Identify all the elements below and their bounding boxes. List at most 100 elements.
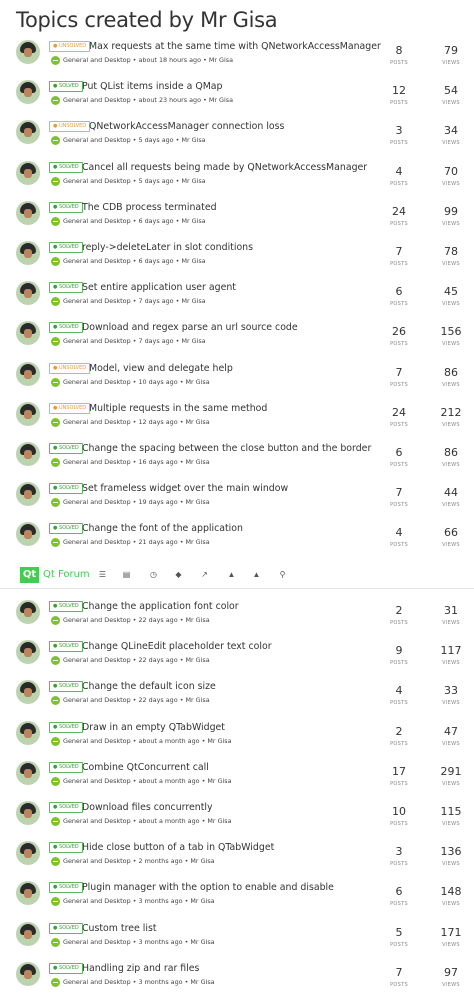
topic-row[interactable]: ● SOLVED Download and regex parse an url … — [0, 321, 474, 361]
topic-title[interactable]: Change the application font color — [82, 601, 239, 612]
author-link[interactable]: Mr Gisa — [209, 96, 233, 104]
topic-row[interactable]: ● SOLVED Cancel all requests being made b… — [0, 160, 474, 201]
timestamp[interactable]: 22 days ago — [138, 696, 177, 704]
timestamp[interactable]: about a month ago — [138, 817, 199, 825]
avatar[interactable] — [16, 321, 40, 346]
author-link[interactable]: Mr Gisa — [186, 378, 210, 386]
tags-icon[interactable]: ◆ — [174, 570, 183, 579]
timestamp[interactable]: about 18 hours ago — [138, 56, 201, 64]
topic-title[interactable]: Max requests at the same time with QNetw… — [89, 41, 381, 52]
avatar[interactable] — [16, 441, 40, 466]
author-link[interactable]: Mr Gisa — [190, 897, 214, 905]
topic-row[interactable]: ● SOLVED Custom tree list General and Desk… — [0, 921, 474, 962]
topic-title[interactable]: Custom tree list — [82, 923, 157, 934]
timestamp[interactable]: 19 days ago — [138, 498, 177, 506]
topic-row[interactable]: ● SOLVED Draw in an empty QTabWidget Gener… — [0, 720, 474, 761]
topic-row[interactable]: ● SOLVED Plugin manager with the option t… — [0, 881, 474, 921]
topic-title[interactable]: Download and regex parse an url source c… — [82, 322, 298, 333]
topic-row[interactable]: ● SOLVED Handling zip and rar files Genera… — [0, 961, 474, 1002]
category-link[interactable]: General and Desktop — [63, 136, 131, 144]
author-link[interactable]: Mr Gisa — [181, 217, 205, 225]
author-link[interactable]: Mr Gisa — [207, 817, 231, 825]
search-icon[interactable]: ⚲ — [278, 570, 287, 579]
topic-title[interactable]: Change the font of the application — [82, 523, 243, 534]
avatar[interactable] — [16, 361, 40, 386]
topic-title[interactable]: Draw in an empty QTabWidget — [82, 722, 225, 733]
categories-icon[interactable]: ▤ — [122, 570, 131, 579]
timestamp[interactable]: 16 days ago — [138, 458, 177, 466]
author-link[interactable]: Mr Gisa — [181, 297, 205, 305]
timestamp[interactable]: 7 days ago — [138, 337, 173, 345]
topic-row[interactable]: ● SOLVED Change the application font colo… — [0, 600, 474, 640]
brand-name[interactable]: Qt Forum — [43, 569, 90, 580]
user-icon[interactable]: ▲ — [227, 570, 236, 579]
author-link[interactable]: Mr Gisa — [207, 737, 231, 745]
topic-row[interactable]: ● SOLVED reply->deleteLater in slot condi… — [0, 240, 474, 281]
topic-row[interactable]: ● SOLVED Download files concurrently Gener… — [0, 800, 474, 841]
category-link[interactable]: General and Desktop — [63, 978, 131, 986]
avatar[interactable] — [16, 961, 40, 986]
avatar[interactable] — [16, 281, 40, 306]
topic-title[interactable]: Cancel all requests being made by QNetwo… — [82, 162, 367, 173]
category-link[interactable]: General and Desktop — [63, 696, 131, 704]
qt-logo[interactable]: Qt — [20, 567, 39, 583]
topic-row[interactable]: ● SOLVED Change the default icon size Gene… — [0, 680, 474, 720]
topic-title[interactable]: Plugin manager with the option to enable… — [82, 882, 334, 893]
topic-title[interactable]: Put QList items inside a QMap — [82, 81, 223, 92]
category-link[interactable]: General and Desktop — [63, 217, 131, 225]
topic-title[interactable]: Model, view and delegate help — [89, 363, 233, 374]
avatar[interactable] — [16, 881, 40, 906]
category-link[interactable]: General and Desktop — [63, 56, 131, 64]
topic-row[interactable]: ● UNSOLVED Max requests at the same time … — [0, 40, 474, 80]
author-link[interactable]: Mr Gisa — [190, 978, 214, 986]
timestamp[interactable]: 12 days ago — [138, 418, 177, 426]
topic-row[interactable]: ● SOLVED Hide close button of a tab in QT… — [0, 841, 474, 881]
topic-row[interactable]: ● SOLVED Set frameless widget over the ma… — [0, 482, 474, 522]
author-link[interactable]: Mr Gisa — [181, 136, 205, 144]
topic-row[interactable]: ● SOLVED Set entire application user agen… — [0, 281, 474, 321]
avatar[interactable] — [16, 680, 40, 705]
category-link[interactable]: General and Desktop — [63, 857, 131, 865]
avatar[interactable] — [16, 80, 40, 105]
avatar[interactable] — [16, 40, 40, 64]
author-link[interactable]: Mr Gisa — [186, 656, 210, 664]
topic-title[interactable]: Change the default icon size — [82, 681, 216, 692]
timestamp[interactable]: 3 months ago — [138, 938, 182, 946]
author-link[interactable]: Mr Gisa — [186, 418, 210, 426]
timestamp[interactable]: 2 months ago — [138, 857, 182, 865]
avatar[interactable] — [16, 160, 40, 185]
timestamp[interactable]: about 23 hours ago — [138, 96, 201, 104]
author-link[interactable]: Mr Gisa — [186, 696, 210, 704]
category-link[interactable]: General and Desktop — [63, 418, 131, 426]
topic-title[interactable]: Hide close button of a tab in QTabWidget — [82, 842, 274, 853]
avatar[interactable] — [16, 640, 40, 665]
avatar[interactable] — [16, 800, 40, 825]
avatar[interactable] — [16, 760, 40, 785]
topic-title[interactable]: The CDB process terminated — [82, 202, 217, 213]
category-link[interactable]: General and Desktop — [63, 458, 131, 466]
avatar[interactable] — [16, 200, 40, 225]
timestamp[interactable]: 10 days ago — [138, 378, 177, 386]
category-link[interactable]: General and Desktop — [63, 177, 131, 185]
author-link[interactable]: Mr Gisa — [186, 458, 210, 466]
timestamp[interactable]: 6 days ago — [138, 257, 173, 265]
timestamp[interactable]: 3 months ago — [138, 897, 182, 905]
topic-title[interactable]: QNetworkAccessManager connection loss — [89, 121, 284, 132]
avatar[interactable] — [16, 120, 40, 145]
author-link[interactable]: Mr Gisa — [209, 56, 233, 64]
avatar[interactable] — [16, 720, 40, 745]
category-link[interactable]: General and Desktop — [63, 297, 131, 305]
category-link[interactable]: General and Desktop — [63, 616, 131, 624]
timestamp[interactable]: about a month ago — [138, 737, 199, 745]
avatar[interactable] — [16, 240, 40, 265]
topic-row[interactable]: ● SOLVED Put QList items inside a QMap Gen… — [0, 80, 474, 120]
timestamp[interactable]: about a month ago — [138, 777, 199, 785]
topic-title[interactable]: Change QLineEdit placeholder text color — [82, 641, 272, 652]
category-link[interactable]: General and Desktop — [63, 538, 131, 546]
timestamp[interactable]: 7 days ago — [138, 297, 173, 305]
author-link[interactable]: Mr Gisa — [207, 777, 231, 785]
author-link[interactable]: Mr Gisa — [181, 257, 205, 265]
timestamp[interactable]: 5 days ago — [138, 177, 173, 185]
topic-row[interactable]: ● SOLVED Change QLineEdit placeholder tex… — [0, 640, 474, 680]
category-link[interactable]: General and Desktop — [63, 337, 131, 345]
